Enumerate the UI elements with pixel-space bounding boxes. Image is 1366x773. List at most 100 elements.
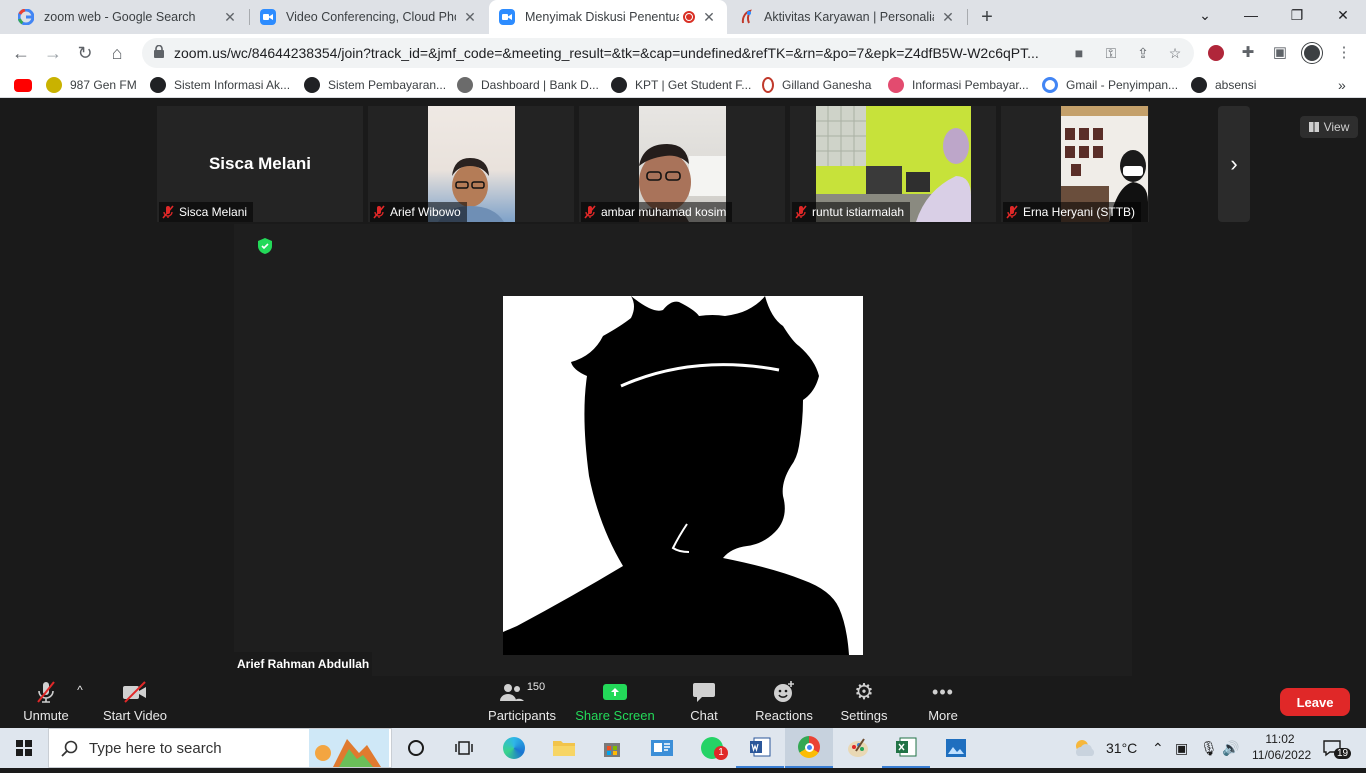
unmute-button[interactable]: Unmute (18, 680, 74, 726)
muted-mic-icon (37, 681, 55, 703)
tab-zoom-video-conferencing[interactable]: Video Conferencing, Cloud Phone ✕ (250, 0, 488, 34)
personalia-icon (738, 9, 754, 25)
reload-button[interactable]: ↻ (72, 40, 98, 66)
tab-menyimak-diskusi[interactable]: Menyimak Diskusi Penentuan ✕ (489, 0, 727, 34)
bookmark-kpt[interactable]: KPT | Get Student F... (611, 76, 751, 94)
muted-mic-icon (1006, 205, 1018, 219)
back-button[interactable]: ← (8, 40, 34, 66)
bookmark-dashboard-bank[interactable]: Dashboard | Bank D... (457, 76, 599, 94)
youtube-icon (14, 78, 32, 92)
close-icon[interactable]: ✕ (222, 9, 238, 26)
participants-button[interactable]: 150 Participants (486, 680, 558, 726)
settings-button[interactable]: ⚙ Settings (838, 679, 890, 726)
menu-kebab-icon[interactable]: ⋮ (1333, 42, 1355, 64)
chrome-icon[interactable] (785, 728, 833, 768)
share-screen-button[interactable]: Share Screen (575, 680, 655, 726)
bookmark-sistem-informasi[interactable]: Sistem Informasi Ak... (150, 76, 290, 94)
bookmark-label: 987 Gen FM (70, 78, 137, 92)
encryption-shield-icon[interactable] (258, 238, 272, 254)
bookmark-absensi[interactable]: absensi (1191, 76, 1256, 94)
bookmark-sistem-pembayaran[interactable]: Sistem Pembayaran... (304, 76, 446, 94)
participant-tile[interactable]: Arief Wibowo (368, 106, 574, 222)
bookmark-label: Dashboard | Bank D... (481, 78, 599, 92)
profile-avatar-icon[interactable] (1301, 42, 1323, 64)
show-hidden-icons-chevron-icon[interactable]: ⌃ (1152, 728, 1164, 768)
share-screen-icon (603, 684, 627, 700)
extension-red-icon[interactable] (1205, 42, 1227, 64)
word-icon[interactable] (736, 728, 784, 768)
web-icon (1191, 77, 1207, 93)
close-icon[interactable]: ✕ (701, 9, 717, 26)
bookmark-gilland[interactable]: Gilland Ganesha (762, 76, 871, 94)
close-icon[interactable]: ✕ (940, 9, 956, 26)
participant-tile[interactable]: Erna Heryani (STTB) (1001, 106, 1149, 222)
tab-google-search[interactable]: zoom web - Google Search ✕ (8, 0, 248, 34)
contacts-app-icon[interactable] (638, 728, 686, 768)
participant-tile[interactable]: Sisca Melani Sisca Melani (157, 106, 363, 222)
meet-now-icon[interactable]: ▣ (1175, 728, 1188, 768)
windows-logo-icon (16, 740, 32, 756)
view-button[interactable]: View (1300, 116, 1358, 138)
weather-widget[interactable]: 31°C (1072, 728, 1137, 768)
excel-icon[interactable] (882, 728, 930, 768)
reactions-icon (774, 681, 794, 702)
new-tab-button[interactable]: + (976, 6, 998, 28)
tab-aktivitas-karyawan[interactable]: Aktivitas Karyawan | Personalia G ✕ (728, 0, 966, 34)
video-off-icon (123, 681, 146, 703)
search-icon (61, 740, 78, 757)
more-button[interactable]: ••• More (920, 680, 966, 726)
participant-name: Sisca Melani (179, 205, 248, 219)
task-view-icon[interactable] (440, 728, 488, 768)
gilland-icon (762, 77, 774, 93)
audio-options-caret-icon[interactable]: ^ (72, 678, 88, 724)
file-explorer-icon[interactable] (540, 728, 588, 768)
camera-in-use-icon[interactable]: ■ (1070, 44, 1088, 62)
address-bar[interactable]: zoom.us/wc/84644238354/join?track_id=&jm… (142, 38, 1194, 68)
taskbar-search-box[interactable]: Type here to search (48, 728, 392, 768)
microphone-in-use-icon[interactable]: 🎙 (1200, 728, 1218, 768)
tab-search-chevron-icon[interactable]: ⌄ (1182, 0, 1228, 30)
next-page-chevron-icon[interactable]: › (1218, 106, 1250, 222)
clock-date: 11/06/2022 (1252, 748, 1312, 762)
close-window-button[interactable]: ✕ (1320, 0, 1366, 30)
reactions-button[interactable]: Reactions (752, 680, 816, 726)
lock-icon (154, 45, 164, 58)
muted-mic-icon (373, 205, 385, 219)
web-icon (150, 77, 166, 93)
photos-icon[interactable] (932, 728, 980, 768)
participant-name-label: Erna Heryani (STTB) (1003, 202, 1142, 222)
home-button[interactable]: ⌂ (104, 40, 130, 66)
minimize-button[interactable]: — (1228, 0, 1274, 30)
start-video-button[interactable]: Start Video (102, 680, 168, 726)
close-icon[interactable]: ✕ (462, 9, 478, 26)
whatsapp-icon[interactable]: 1 (688, 728, 736, 768)
start-button[interactable] (0, 728, 48, 768)
bookmark-informasi-pembayaran[interactable]: Informasi Pembayar... (888, 76, 1029, 94)
participant-tile[interactable]: runtut istiarmalah (790, 106, 996, 222)
chat-button[interactable]: Chat (680, 680, 728, 726)
share-icon[interactable]: ⇪ (1134, 44, 1152, 62)
bookmark-star-icon[interactable]: ☆ (1166, 44, 1184, 62)
microsoft-store-icon[interactable] (588, 728, 636, 768)
more-label: More (928, 708, 958, 723)
edge-icon[interactable] (490, 728, 538, 768)
more-bookmarks-button[interactable]: » (1338, 76, 1346, 94)
bookmark-youtube[interactable] (14, 76, 40, 94)
participant-tile[interactable]: ambar muhamad kosim (579, 106, 785, 222)
paint-icon[interactable] (834, 728, 882, 768)
bookmark-label: Gilland Ganesha (782, 78, 872, 92)
bookmark-gmail[interactable]: Gmail - Penyimpan... (1042, 76, 1178, 94)
leave-button[interactable]: Leave (1280, 688, 1350, 716)
speaker-volume-icon[interactable]: 🔊 (1222, 728, 1239, 768)
system-clock[interactable]: 11:02 11/06/2022 (1252, 731, 1312, 763)
windows-taskbar: Type here to search 1 31°C ⌃ ▣ 🎙 🔊 11:02… (0, 728, 1366, 768)
side-panel-icon[interactable]: ▣ (1269, 42, 1291, 64)
bookmark-genfm[interactable]: 987 Gen FM (46, 76, 137, 94)
extensions-puzzle-icon[interactable]: ✚ (1237, 42, 1259, 64)
restore-button[interactable]: ❐ (1274, 0, 1320, 30)
key-icon[interactable]: ⚿ (1102, 44, 1120, 62)
notification-center-icon[interactable]: 19 (1322, 728, 1352, 768)
participant-name-label: runtut istiarmalah (792, 202, 911, 222)
forward-button[interactable]: → (40, 40, 66, 66)
cortana-icon[interactable] (392, 728, 440, 768)
